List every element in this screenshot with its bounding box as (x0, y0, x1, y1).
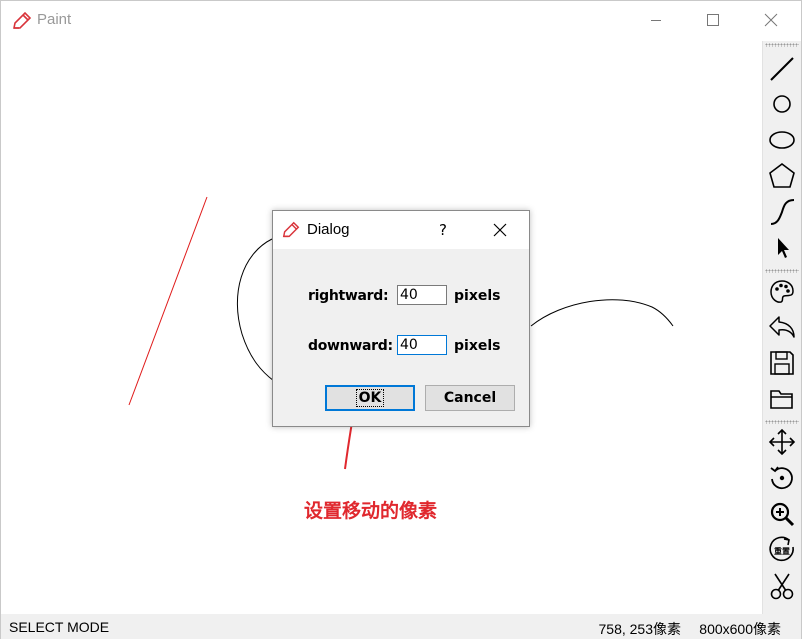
left-circle-arc[interactable] (236, 238, 275, 382)
minimize-button[interactable] (633, 1, 679, 39)
ok-label: OK (355, 389, 385, 407)
color-palette-button[interactable] (766, 276, 798, 308)
move-tool-button[interactable] (766, 426, 798, 458)
undo-button[interactable] (766, 311, 798, 343)
move-icon (768, 428, 796, 456)
cancel-button[interactable]: Cancel (425, 385, 515, 411)
circle-icon (773, 95, 791, 113)
zoom-in-icon (770, 502, 795, 527)
rotate-tool-button[interactable] (766, 462, 798, 494)
rightward-label: rightward: (308, 288, 389, 304)
maximize-button[interactable] (690, 1, 736, 39)
polygon-tool-button[interactable] (766, 160, 798, 192)
canvas-size: 800x600像素 (699, 621, 781, 637)
annotation-text: 设置移动的像素 (304, 500, 438, 522)
minimize-icon (651, 20, 661, 21)
save-icon (770, 351, 794, 375)
window-title: Paint (37, 11, 72, 28)
downward-input[interactable] (397, 335, 447, 355)
title-bar: Paint (1, 1, 801, 39)
curve-tool-button[interactable] (766, 196, 798, 228)
cursor-coordinates: 758, 253像素 (598, 621, 682, 637)
save-button[interactable] (766, 347, 798, 379)
maximize-icon (707, 14, 719, 26)
line-icon (770, 57, 794, 81)
ellipse-icon (769, 131, 795, 149)
rightward-unit: pixels (454, 288, 501, 304)
ellipse-tool-button[interactable] (766, 124, 798, 156)
zoom-in-button[interactable] (766, 498, 798, 530)
open-file-button[interactable] (766, 383, 798, 415)
move-dialog: Dialog ? rightward: pixels downward: pix… (272, 210, 530, 427)
palette-icon (770, 280, 794, 303)
dialog-close-button[interactable] (485, 218, 515, 242)
toolbar-grip[interactable] (765, 43, 799, 47)
status-bar: SELECT MODE 758, 253像素 800x600像素 (1, 614, 801, 639)
close-button[interactable] (748, 1, 794, 39)
toolbar-grip[interactable] (765, 269, 799, 273)
reset-label: 重置 (774, 546, 790, 556)
dialog-title: Dialog (307, 221, 350, 238)
polygon-icon (769, 163, 795, 188)
cut-tool-button[interactable] (766, 570, 798, 602)
reset-button[interactable]: 重置 (766, 534, 798, 566)
help-button[interactable]: ? (431, 218, 455, 242)
mode-status: SELECT MODE (9, 619, 110, 635)
rightward-input[interactable] (397, 285, 447, 305)
ok-button[interactable]: OK (325, 385, 415, 411)
downward-label: downward: (308, 338, 393, 354)
tool-palette: 重置 (762, 41, 801, 614)
pencil-dialog-icon (281, 220, 301, 244)
dialog-title-bar[interactable]: Dialog ? (273, 211, 529, 249)
line-tool-button[interactable] (766, 53, 798, 85)
select-cursor-icon (778, 238, 789, 258)
pencil-app-icon (11, 10, 33, 32)
undo-icon (769, 316, 795, 338)
scissors-icon (770, 573, 794, 600)
open-folder-icon (770, 390, 793, 409)
rotate-icon (770, 466, 793, 490)
select-tool-button[interactable] (766, 232, 798, 264)
curve-icon (770, 199, 795, 225)
right-arc-shape[interactable] (530, 299, 674, 327)
redo-reset-icon: 重置 (769, 536, 794, 562)
toolbar-grip[interactable] (765, 420, 799, 424)
close-icon (493, 223, 507, 237)
close-icon (764, 13, 778, 27)
red-line-shape[interactable] (128, 196, 208, 406)
circle-tool-button[interactable] (766, 88, 798, 120)
downward-unit: pixels (454, 338, 501, 354)
